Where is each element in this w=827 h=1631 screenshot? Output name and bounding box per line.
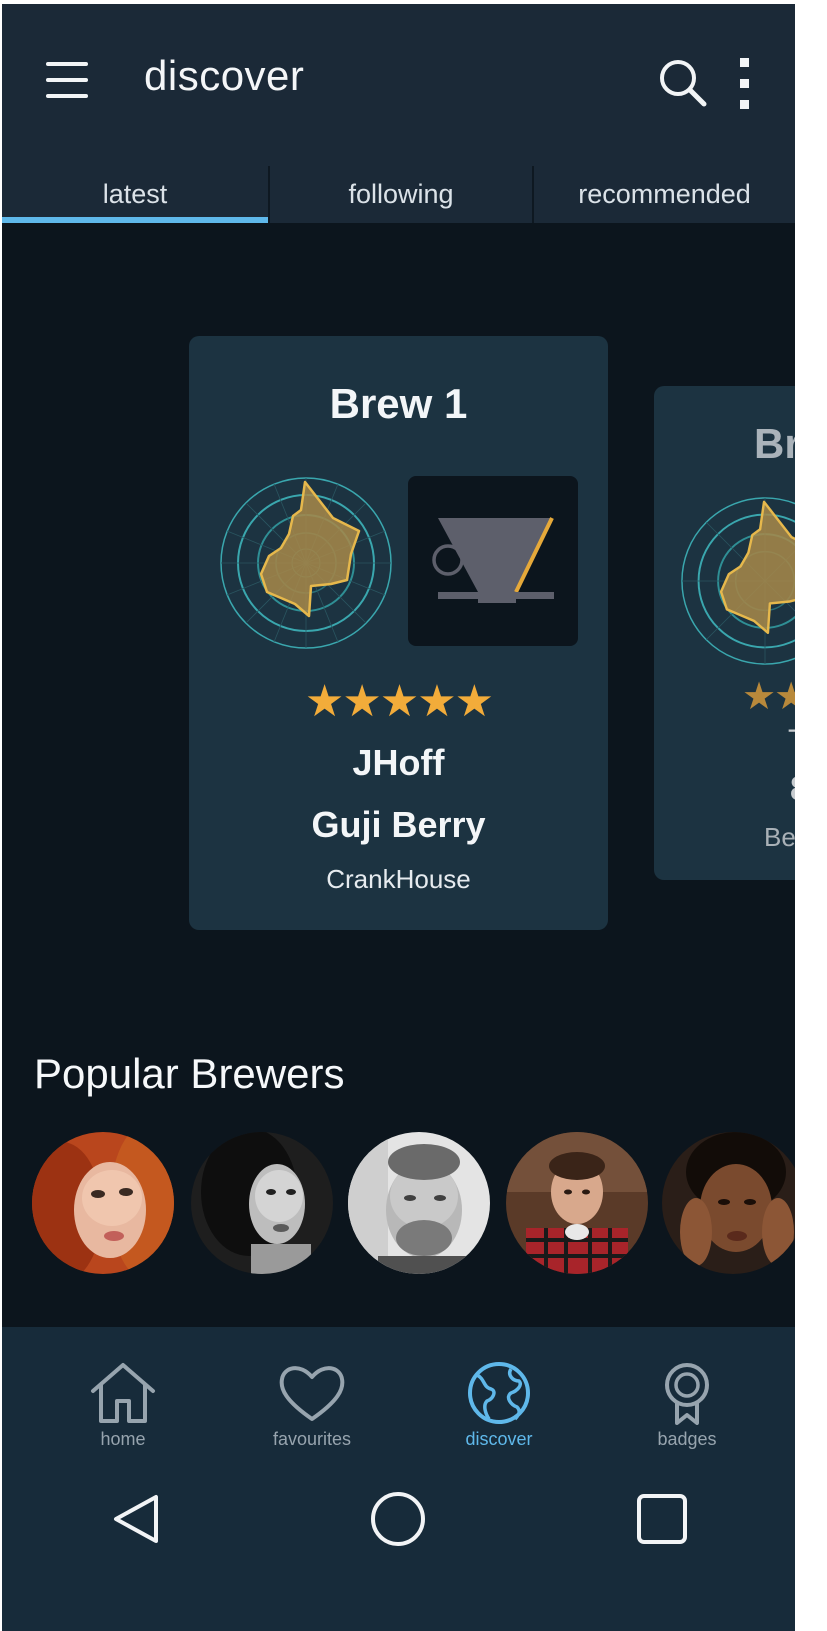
pour-over-dripper-icon — [432, 517, 554, 603]
avatar-bearded-man-bw — [348, 1132, 490, 1274]
back-triangle-icon — [114, 1495, 158, 1543]
tab-following[interactable]: following — [270, 166, 532, 223]
flavor-radar-chart — [681, 497, 795, 665]
more-options-button[interactable] — [732, 56, 758, 112]
nav-home[interactable]: home — [58, 1361, 188, 1461]
avatar-dark-hair-bw — [191, 1132, 333, 1274]
hamburger-menu-icon — [46, 62, 88, 66]
brew-card-user: T — [788, 724, 795, 758]
app-bar: discover latest following recommended — [2, 4, 795, 223]
star-rating: ★★★★★ — [304, 677, 494, 726]
globe-icon — [468, 1362, 530, 1424]
home-icon — [91, 1363, 155, 1423]
system-back-button[interactable] — [108, 1489, 168, 1549]
heart-icon — [279, 1366, 345, 1421]
brewer-avatar[interactable] — [662, 1132, 795, 1274]
brew-method-tile — [408, 476, 578, 646]
brew-card-roaster: CrankHouse — [326, 864, 471, 894]
nav-discover[interactable]: discover — [434, 1361, 564, 1461]
brew-card-bean: 8 — [790, 770, 795, 809]
brewer-avatar[interactable] — [348, 1132, 490, 1274]
hamburger-menu-icon-bar — [46, 94, 88, 98]
popular-brewers-title: Popular Brewers — [34, 1050, 345, 1097]
brew-card-title: Br — [754, 420, 795, 467]
nav-discover-label: discover — [465, 1429, 533, 1449]
brew-card-user[interactable]: JHoff — [189, 742, 608, 784]
system-recents-button[interactable] — [632, 1489, 692, 1549]
brewer-avatar[interactable] — [32, 1132, 174, 1274]
brew-card-peek[interactable]: Br ★★ T 8 Be — [654, 386, 795, 880]
search-icon — [660, 60, 707, 107]
brew-card-title: Brew 1 — [329, 380, 468, 427]
home-circle-icon — [371, 1492, 425, 1546]
menu-button[interactable] — [42, 58, 90, 102]
badge-icon — [665, 1363, 709, 1425]
active-tab-indicator — [2, 217, 268, 223]
bottom-navigation: home favourites discover badges — [2, 1327, 795, 1631]
brew-card-bean: Guji Berry — [311, 804, 486, 845]
tab-latest[interactable]: latest — [2, 166, 268, 223]
avatar-woman-hands — [662, 1132, 795, 1274]
nav-favourites-label: favourites — [272, 1429, 352, 1449]
discover-screen: discover latest following recommended Br… — [2, 4, 795, 1631]
avatar-red-hair — [32, 1132, 174, 1274]
star-rating: ★★ — [742, 676, 795, 718]
nav-badges[interactable]: badges — [622, 1361, 752, 1461]
brew-card[interactable]: Brew 1 ★★★★★ JHoff Guji Berry CrankHouse — [189, 336, 608, 930]
brew-card-roaster: Be — [764, 822, 795, 852]
hamburger-menu-icon-bar — [46, 78, 88, 82]
brewer-avatar[interactable] — [191, 1132, 333, 1274]
more-vertical-icon — [740, 58, 749, 109]
flavor-radar-chart — [220, 477, 392, 649]
tab-recommended[interactable]: recommended — [534, 166, 795, 223]
recents-square-icon — [637, 1494, 687, 1544]
tab-bar: latest following recommended — [2, 166, 795, 223]
page-title: discover — [144, 52, 305, 99]
system-home-button[interactable] — [368, 1489, 428, 1549]
nav-favourites[interactable]: favourites — [247, 1361, 377, 1461]
nav-home-label: home — [100, 1429, 146, 1449]
brewer-avatar[interactable] — [506, 1132, 648, 1274]
nav-badges-label: badges — [657, 1429, 717, 1449]
avatar-man-plaid — [506, 1132, 648, 1274]
search-button[interactable] — [656, 56, 708, 108]
